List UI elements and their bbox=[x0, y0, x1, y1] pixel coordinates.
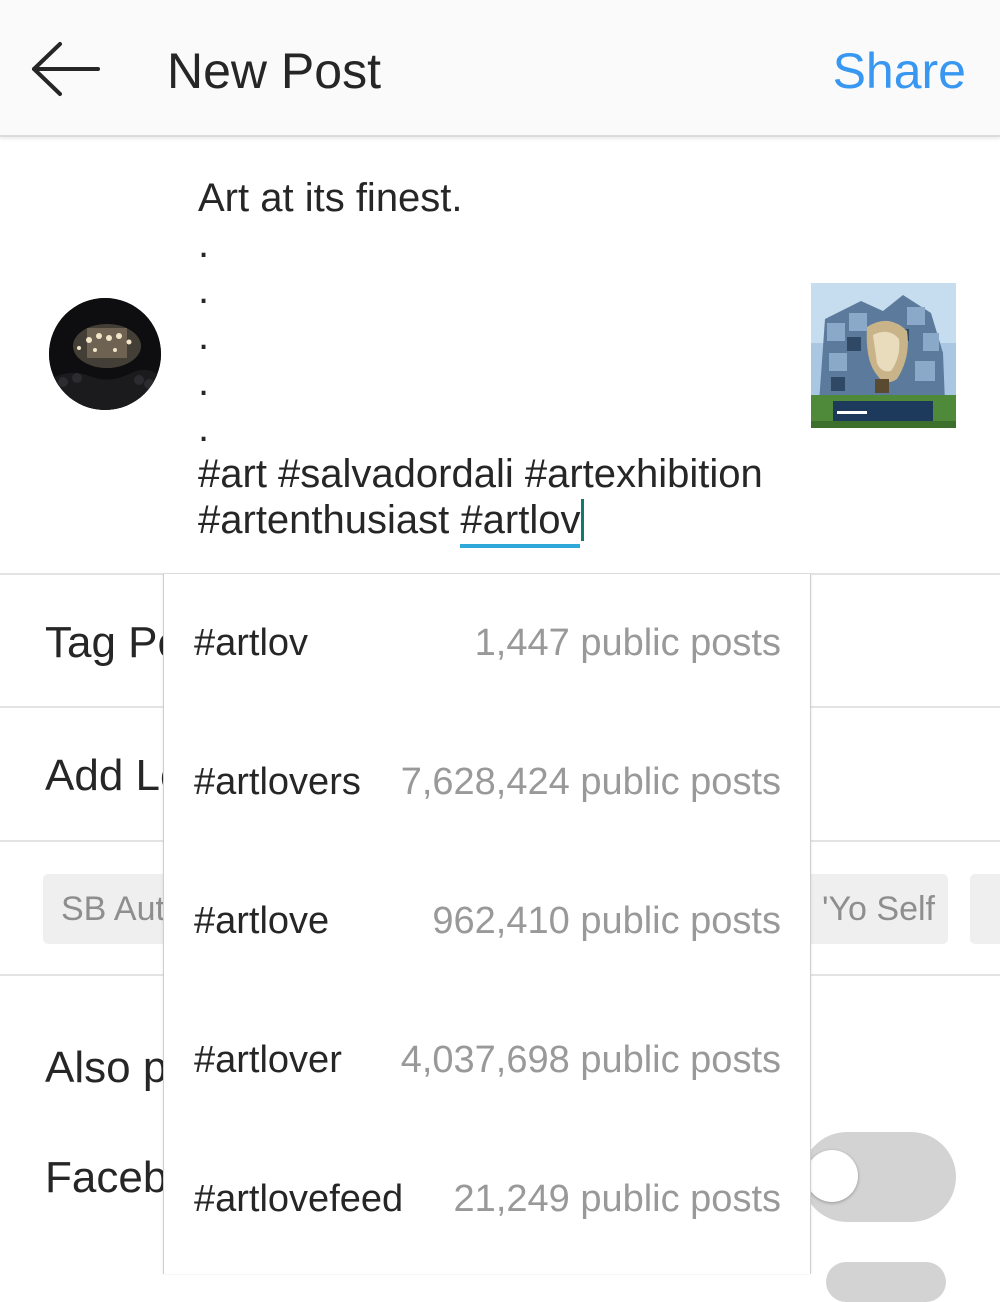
back-button[interactable] bbox=[28, 38, 104, 100]
hashtag-name: #artlov bbox=[194, 622, 309, 664]
caption-text: Art at its finest. bbox=[198, 176, 463, 220]
hashtag-suggestion[interactable]: #artlovefeed 21,249 public posts bbox=[164, 1130, 810, 1269]
tag-people-label[interactable]: Tag Pe bbox=[45, 615, 182, 671]
twitter-toggle[interactable] bbox=[826, 1262, 946, 1302]
facebook-label: Faceb bbox=[45, 1153, 168, 1202]
hashtag-name: #artlovefeed bbox=[194, 1178, 404, 1220]
text-cursor bbox=[581, 499, 585, 541]
caption-dot: . bbox=[198, 360, 210, 404]
hashtag-suggestion[interactable]: #artlove 962,410 public posts bbox=[164, 852, 810, 991]
hashtag-post-count: 7,628,424 public posts bbox=[400, 761, 781, 803]
caption-input[interactable]: Art at its finest. . . . . . #art #salva… bbox=[198, 175, 798, 548]
caption-dot: . bbox=[198, 314, 210, 358]
share-button[interactable]: Share bbox=[833, 40, 966, 102]
avatar bbox=[49, 298, 161, 410]
hashtag-suggestion[interactable]: #artlovers 7,628,424 public posts bbox=[164, 713, 810, 852]
also-post-label: Also p bbox=[45, 1043, 168, 1092]
page-title: New Post bbox=[167, 43, 381, 99]
caption-dot: . bbox=[198, 222, 210, 266]
top-bar: New Post Share bbox=[0, 0, 1000, 137]
hashtag-name: #artlove bbox=[194, 900, 330, 942]
hashtags-line: #art #salvadordali #artexhibition bbox=[198, 452, 763, 496]
hashtag-post-count: 962,410 public posts bbox=[432, 900, 781, 942]
post-thumbnail bbox=[811, 283, 956, 428]
facebook-toggle-knob[interactable] bbox=[806, 1150, 858, 1202]
hashtag-post-count: 1,447 public posts bbox=[474, 622, 781, 664]
hashtag-name: #artlovers bbox=[194, 761, 361, 803]
hashtags-prefix: #artenthusiast bbox=[198, 498, 461, 542]
hashtag-suggestion[interactable]: #artlov 1,447 public posts bbox=[164, 574, 810, 713]
hashtag-post-count: 4,037,698 public posts bbox=[400, 1039, 781, 1081]
location-chip-label: 'Yo Self bbox=[822, 890, 935, 928]
hashtag-suggestion[interactable]: #artlover 4,037,698 public posts bbox=[164, 991, 810, 1130]
current-hashtag: #artlov bbox=[460, 498, 581, 548]
hashtag-suggestions: #artlov 1,447 public posts #artlovers 7,… bbox=[163, 574, 811, 1274]
hashtag-name: #artlover bbox=[194, 1039, 342, 1081]
location-chip[interactable] bbox=[970, 874, 1000, 944]
hashtags-line: #artenthusiast #artlov bbox=[198, 497, 798, 548]
caption-dot: . bbox=[198, 406, 210, 450]
arrow-left-icon bbox=[32, 42, 100, 96]
hashtag-post-count: 21,249 public posts bbox=[453, 1178, 781, 1220]
caption-dot: . bbox=[198, 268, 210, 312]
